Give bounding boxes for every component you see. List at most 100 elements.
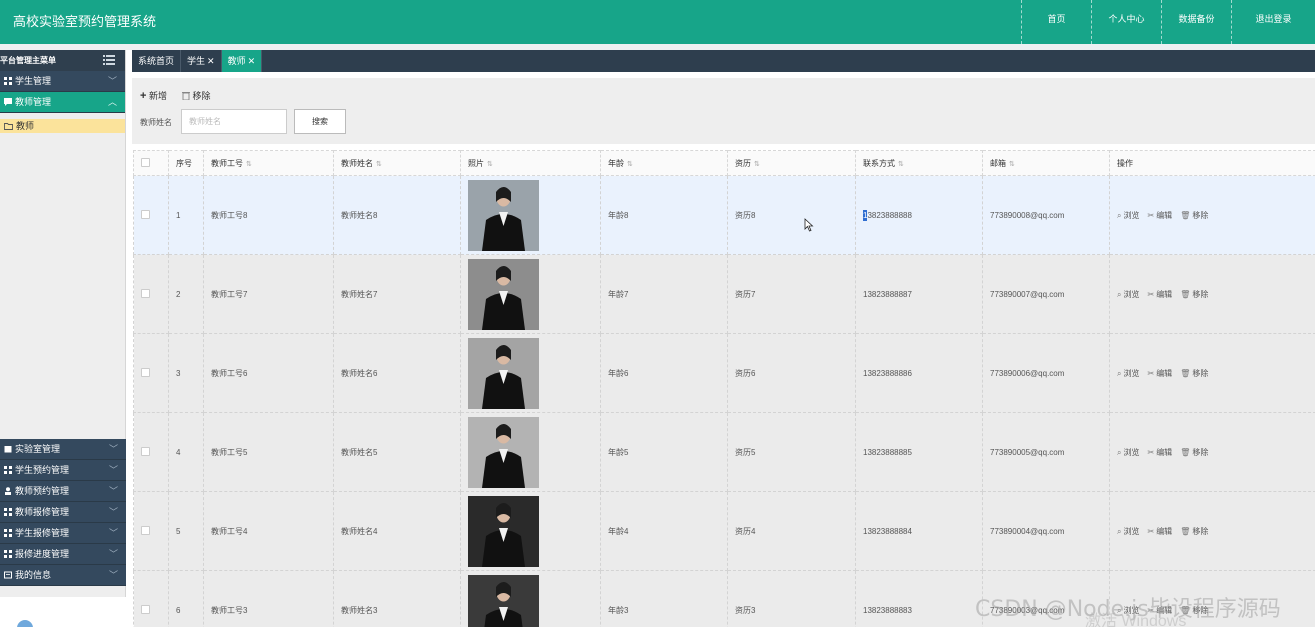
view-button[interactable]: ⌕ 浏览 — [1117, 369, 1139, 378]
teacher-name-search-input[interactable] — [181, 109, 287, 134]
sidebar-item-student-management[interactable]: 学生管理 ﹀ — [0, 71, 125, 92]
table-row[interactable]: 4 教师工号5 教师姓名5 年龄5 资历5 13823888885 773890005@qq… — [133, 412, 1315, 492]
row-checkbox-cell[interactable] — [133, 254, 169, 334]
teacher-experience: 资历6 — [727, 333, 856, 413]
nav-logout[interactable]: 退出登录 — [1231, 0, 1315, 44]
edit-button[interactable]: ✂ 编辑 — [1147, 211, 1172, 220]
chevron-down-icon: ﹀ — [108, 528, 118, 538]
column-header[interactable]: 照片 ⇅ — [460, 150, 601, 176]
remove-label: 移除 — [192, 91, 211, 101]
row-checkbox[interactable] — [141, 367, 150, 377]
scissors-icon: ✂ — [1147, 368, 1155, 378]
row-checkbox[interactable] — [141, 446, 150, 456]
sidebar-item-my-info[interactable]: 我的信息 ﹀ — [0, 565, 126, 586]
table-row[interactable]: 1 教师工号8 教师姓名8 年龄8 资历8 13823888888 773890008@qq… — [133, 175, 1315, 255]
row-checkbox-cell[interactable] — [133, 570, 169, 627]
sidebar-subitem-label: 教师 — [16, 121, 35, 131]
row-checkbox[interactable] — [141, 525, 150, 535]
teacher-photo[interactable] — [468, 337, 539, 409]
select-all-checkbox[interactable] — [141, 157, 150, 167]
search-button[interactable]: 搜索 — [294, 109, 346, 134]
teacher-experience: 资历5 — [727, 412, 856, 492]
search-icon: ⌕ — [1117, 210, 1122, 220]
phone-text: 3823888888 — [867, 210, 912, 220]
remove-button[interactable]: 移除 — [182, 89, 211, 102]
plus-icon: + — [140, 90, 147, 102]
nav-personal-center[interactable]: 个人中心 — [1091, 0, 1161, 44]
menu-list-icon[interactable] — [103, 55, 115, 65]
sidebar-subitem-teacher[interactable]: 教师 — [0, 119, 125, 133]
teacher-photo[interactable] — [468, 495, 539, 567]
calendar-icon — [4, 446, 12, 453]
table-row[interactable]: 5 教师工号4 教师姓名4 年龄4 资历4 13823888884 773890004@qq… — [133, 491, 1315, 571]
row-checkbox-cell[interactable] — [133, 175, 169, 255]
row-checkbox[interactable] — [141, 604, 150, 614]
sort-icon: ⇅ — [1009, 160, 1015, 168]
column-header[interactable]: 年龄 ⇅ — [600, 150, 728, 176]
sidebar-item-teacher-repair[interactable]: 教师报修管理 ﹀ — [0, 502, 126, 523]
column-header[interactable]: 教师工号 ⇅ — [203, 150, 334, 176]
nav-home[interactable]: 首页 — [1021, 0, 1091, 44]
photo-cell — [460, 570, 601, 627]
teacher-photo[interactable] — [468, 416, 539, 488]
row-checkbox-cell[interactable] — [133, 412, 169, 492]
top-nav: 首页 个人中心 数据备份 退出登录 — [1021, 0, 1315, 44]
delete-button[interactable]: 🗑 移除 — [1180, 369, 1208, 378]
close-icon[interactable]: ✕ — [248, 56, 256, 66]
photo-cell — [460, 254, 601, 334]
row-checkbox-cell[interactable] — [133, 333, 169, 413]
column-header[interactable]: 邮箱 ⇅ — [982, 150, 1110, 176]
view-button[interactable]: ⌕ 浏览 — [1117, 448, 1139, 457]
sort-icon: ⇅ — [487, 160, 493, 168]
edit-button[interactable]: ✂ 编辑 — [1147, 448, 1172, 457]
search-icon: ⌕ — [1117, 368, 1122, 378]
column-header[interactable]: 资历 ⇅ — [727, 150, 856, 176]
edit-button[interactable]: ✂ 编辑 — [1147, 290, 1172, 299]
column-header[interactable]: 联系方式 ⇅ — [855, 150, 983, 176]
row-actions: ⌕ 浏览 ✂ 编辑 🗑 移除 — [1109, 333, 1315, 413]
row-checkbox[interactable] — [141, 209, 150, 219]
delete-button[interactable]: 🗑 移除 — [1180, 211, 1208, 220]
phone-text: 13823888886 — [863, 368, 912, 378]
teacher-email: 773890007@qq.com — [982, 254, 1110, 334]
teacher-id: 教师工号6 — [203, 333, 334, 413]
teacher-experience: 资历8 — [727, 175, 856, 255]
table-row[interactable]: 2 教师工号7 教师姓名7 年龄7 资历7 13823888887 773890007@qq… — [133, 254, 1315, 334]
view-button[interactable]: ⌕ 浏览 — [1117, 211, 1139, 220]
grid-icon — [4, 550, 12, 558]
sidebar-item-teacher-management[interactable]: 教师管理 ︿ — [0, 92, 125, 113]
sidebar-item-student-repair[interactable]: 学生报修管理 ﹀ — [0, 523, 126, 544]
view-button[interactable]: ⌕ 浏览 — [1117, 290, 1139, 299]
close-icon[interactable]: ✕ — [207, 56, 215, 66]
tab-student[interactable]: 学生 ✕ — [181, 50, 222, 72]
sidebar-item-student-reservation[interactable]: 学生预约管理 ﹀ — [0, 460, 126, 481]
row-checkbox-cell[interactable] — [133, 491, 169, 571]
sidebar-item-label: 报修进度管理 — [15, 549, 70, 559]
select-all-checkbox-cell[interactable] — [133, 150, 169, 176]
sidebar-title: 平台管理主菜单 — [0, 56, 56, 65]
table-row[interactable]: 3 教师工号6 教师姓名6 年龄6 资历6 13823888886 773890006@qq… — [133, 333, 1315, 413]
teacher-photo[interactable] — [468, 258, 539, 330]
teacher-photo[interactable] — [468, 179, 539, 251]
sort-icon: ⇅ — [246, 160, 252, 168]
row-checkbox[interactable] — [141, 288, 150, 298]
add-button[interactable]: + 新增 — [140, 89, 167, 102]
nav-data-backup[interactable]: 数据备份 — [1161, 0, 1231, 44]
tab-teacher[interactable]: 教师 ✕ — [221, 50, 263, 72]
teacher-id: 教师工号7 — [203, 254, 334, 334]
row-actions: ⌕ 浏览 ✂ 编辑 🗑 移除 — [1109, 491, 1315, 571]
delete-button[interactable]: 🗑 移除 — [1180, 527, 1208, 536]
teacher-email: 773890006@qq.com — [982, 333, 1110, 413]
column-header[interactable]: 教师姓名 ⇅ — [333, 150, 461, 176]
delete-button[interactable]: 🗑 移除 — [1180, 290, 1208, 299]
view-button[interactable]: ⌕ 浏览 — [1117, 527, 1139, 536]
edit-button[interactable]: ✂ 编辑 — [1147, 369, 1172, 378]
delete-button[interactable]: 🗑 移除 — [1180, 448, 1208, 457]
sidebar-item-lab-management[interactable]: 实验室管理 ﹀ — [0, 439, 126, 460]
edit-button[interactable]: ✂ 编辑 — [1147, 527, 1172, 536]
sidebar-item-repair-progress[interactable]: 报修进度管理 ﹀ — [0, 544, 126, 565]
teacher-photo[interactable] — [468, 574, 539, 627]
sidebar-item-teacher-reservation[interactable]: 教师预约管理 ﹀ — [0, 481, 126, 502]
tab-system-home[interactable]: 系统首页 — [132, 50, 182, 72]
teacher-age: 年龄3 — [600, 570, 728, 627]
